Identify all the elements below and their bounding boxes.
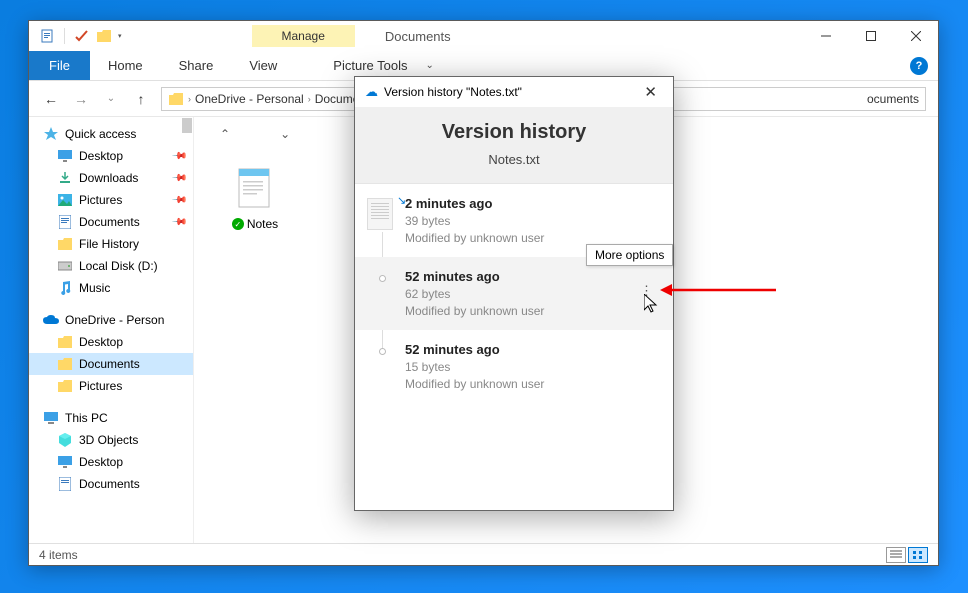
new-folder-checked-icon[interactable] [74,28,90,44]
quick-access-header[interactable]: Quick access [29,123,193,145]
status-bar: 4 items [29,543,938,565]
ribbon-expand-icon[interactable]: ⌄ [425,60,433,71]
music-icon [57,280,73,296]
dialog-titlebar: ☁ Version history "Notes.txt" ✕ [355,77,673,107]
sidebar-item-documents[interactable]: Documents📌 [29,211,193,233]
cloud-icon: ☁ [365,84,378,100]
version-time: 2 minutes ago [405,196,659,211]
cloud-icon [43,312,59,328]
maximize-button[interactable] [848,22,893,50]
pin-icon: 📌 [170,192,187,209]
documents-icon [57,476,73,492]
sidebar-item-pc-desktop[interactable]: Desktop [29,451,193,473]
sidebar-item-local-disk[interactable]: Local Disk (D:) [29,255,193,277]
pictures-icon [57,192,73,208]
recent-dropdown-icon[interactable]: ⌄ [101,93,121,104]
version-item[interactable]: 52 minutes ago 62 bytes Modified by unkn… [355,257,673,330]
dialog-close-button[interactable]: ✕ [638,83,663,101]
sidebar-item-3d[interactable]: 3D Objects [29,429,193,451]
document-icon [367,198,393,230]
version-time: 52 minutes ago [405,269,659,284]
version-size: 15 bytes [405,360,659,374]
folder-qat-icon[interactable] [96,28,112,44]
close-button[interactable] [893,22,938,50]
up-button[interactable]: ↑ [131,91,151,107]
file-tab[interactable]: File [29,51,90,80]
sidebar-item-desktop[interactable]: Desktop📌 [29,145,193,167]
version-item[interactable]: 52 minutes ago 15 bytes Modified by unkn… [355,330,673,403]
sidebar-item-pc-documents[interactable]: Documents [29,473,193,495]
version-size: 62 bytes [405,287,659,301]
pin-icon: 📌 [170,214,187,231]
back-button[interactable]: ← [41,91,61,107]
folder-icon [57,356,73,372]
tooltip: More options [586,244,673,266]
icons-view-button[interactable] [908,547,928,563]
version-modified: Modified by unknown user [405,231,659,245]
item-count: 4 items [39,548,78,562]
desktop-icon [57,148,73,164]
sidebar-item-od-pictures[interactable]: Pictures [29,375,193,397]
breadcrumb-trailing: ocuments [867,92,919,106]
version-list: ↘ 2 minutes ago 39 bytes Modified by unk… [355,184,673,510]
dialog-title: Version history "Notes.txt" [384,85,522,99]
sidebar-item-filehistory[interactable]: File History [29,233,193,255]
pin-icon: 📌 [170,170,187,187]
notepad-icon [231,165,279,213]
more-options-button[interactable]: ⋮ [635,279,659,303]
onedrive-header[interactable]: OneDrive - Person [29,309,193,331]
breadcrumb-seg[interactable]: OneDrive - Personal [195,92,304,106]
pin-icon: 📌 [170,148,187,165]
dialog-header: Version history Notes.txt [355,107,673,184]
qat-dropdown-icon[interactable]: ▾ [118,32,122,40]
synced-badge-icon: ✓ [232,218,244,230]
sidebar-item-music[interactable]: Music [29,277,193,299]
share-tab[interactable]: Share [161,51,232,80]
pc-icon [43,410,59,426]
timeline-dot-icon [379,348,386,355]
version-size: 39 bytes [405,214,659,228]
dialog-filename: Notes.txt [355,152,673,167]
version-time: 52 minutes ago [405,342,659,357]
folder-icon [168,92,184,106]
sidebar-item-od-documents[interactable]: Documents [29,353,193,375]
contextual-tab-header: Manage [252,25,355,47]
view-tab[interactable]: View [231,51,295,80]
drive-icon [57,258,73,274]
version-history-dialog: ☁ Version history "Notes.txt" ✕ Version … [354,76,674,511]
timeline-dot-icon [379,275,386,282]
star-icon [43,126,59,142]
help-icon[interactable]: ? [910,57,928,75]
desktop-icon [57,454,73,470]
dialog-heading: Version history [355,121,673,144]
sidebar-item-pictures[interactable]: Pictures📌 [29,189,193,211]
file-item-notes[interactable]: ✓Notes [210,165,300,249]
properties-icon[interactable] [39,28,55,44]
folder-icon [57,334,73,350]
this-pc-header[interactable]: This PC [29,407,193,429]
sidebar-item-downloads[interactable]: Downloads📌 [29,167,193,189]
downloads-icon [57,170,73,186]
titlebar: ▾ Manage Documents [29,21,938,51]
minimize-button[interactable] [803,22,848,50]
nav-pane: Quick access Desktop📌 Downloads📌 Picture… [29,117,194,543]
folder-icon [57,378,73,394]
forward-button[interactable]: → [71,91,91,107]
version-modified: Modified by unknown user [405,377,659,391]
sidebar-item-od-desktop[interactable]: Desktop [29,331,193,353]
current-indicator-icon: ↘ [397,194,406,207]
details-view-button[interactable] [886,547,906,563]
documents-icon [57,214,73,230]
version-modified: Modified by unknown user [405,304,659,318]
home-tab[interactable]: Home [90,51,161,80]
cube-icon [57,432,73,448]
window-title: Documents [385,29,451,44]
folder-icon [57,236,73,252]
